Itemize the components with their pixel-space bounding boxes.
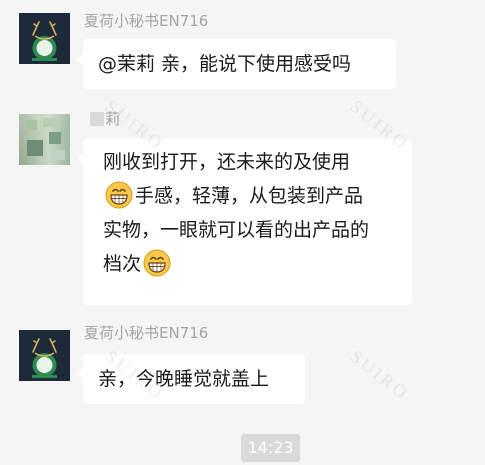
sender-name: 夏荷小秘书EN716	[84, 12, 209, 30]
message-bubble[interactable]: 亲，今晚睡觉就盖上	[77, 354, 305, 404]
watermark: SUIRO	[346, 345, 414, 405]
time-divider: 14:23	[241, 434, 300, 462]
message-line: 档次	[103, 247, 400, 281]
grinning-face-emoji-icon	[143, 249, 171, 277]
sender-name: 莉	[90, 108, 120, 129]
message-line: 实物，一眼就可以看的出产品的	[103, 219, 370, 241]
avatar[interactable]	[19, 114, 70, 165]
message-line: 手感，轻薄，从包装到产品	[103, 179, 400, 213]
message-text: 亲，今晚睡觉就盖上	[98, 368, 270, 390]
avatar[interactable]	[19, 13, 70, 64]
sender-name: 夏荷小秘书EN716	[84, 324, 209, 342]
message-bubble[interactable]: @茉莉 亲，能说下使用感受吗	[77, 39, 396, 89]
avatar[interactable]	[19, 330, 70, 381]
message-bubble[interactable]: 刚收到打开，还未来的及使用 手感，轻薄，从包装到产品 实物，一眼就可以看的出产品…	[77, 139, 412, 305]
grinning-face-emoji-icon	[105, 181, 133, 209]
message-line: 刚收到打开，还未来的及使用	[103, 151, 351, 173]
brand-logo-icon	[19, 330, 70, 381]
message-text: @茉莉 亲，能说下使用感受吗	[98, 53, 352, 75]
brand-logo-icon	[19, 13, 70, 64]
